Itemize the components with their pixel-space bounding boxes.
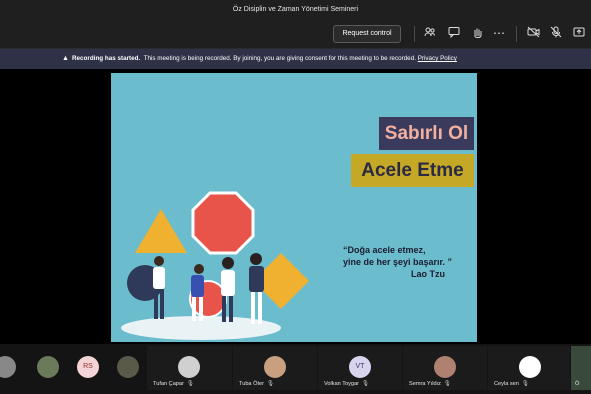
request-control-button[interactable]: Request control bbox=[333, 25, 401, 43]
participant-name: Semra Yıldız bbox=[409, 381, 441, 387]
participant-name: Tuba Öter bbox=[239, 381, 264, 387]
participant-photo[interactable] bbox=[37, 356, 59, 378]
mic-off-icon: 🎙 bbox=[186, 381, 194, 387]
red-octagon bbox=[191, 191, 255, 255]
participant-photo bbox=[264, 356, 286, 378]
participant-name: Tufan Çapar bbox=[153, 381, 184, 387]
window-title-bar: Öz Disiplin ve Zaman Yönetimi Semineri bbox=[0, 0, 591, 20]
mic-off-icon: 🎙 bbox=[443, 381, 452, 387]
person-1 bbox=[153, 256, 165, 319]
banner-title: Recording has started. bbox=[72, 55, 141, 62]
person-3 bbox=[221, 257, 235, 322]
more-icon[interactable]: ⋯ bbox=[492, 26, 506, 40]
participant-strip: RS Tufan Çapar 🎙 Tuba Öter 🎙 VT Volkan Toy… bbox=[0, 344, 591, 394]
mic-off-icon: 🎙 bbox=[362, 381, 370, 387]
participant-photo bbox=[178, 356, 200, 378]
participant-name: Ö bbox=[575, 381, 580, 387]
quote-line-1: “Doğa acele etmez, bbox=[343, 245, 426, 255]
shared-slide: Sabırlı Ol Acele Etme “Doğa acele etmez,… bbox=[111, 73, 477, 342]
toolbar-divider bbox=[516, 26, 517, 42]
person-4 bbox=[249, 253, 264, 324]
participant-avatar-rs[interactable]: RS bbox=[77, 356, 99, 378]
people-icon[interactable] bbox=[423, 26, 437, 40]
participant-photo bbox=[434, 356, 456, 378]
participant-photo bbox=[519, 356, 541, 378]
mic-off-icon: 🎙 bbox=[521, 381, 529, 387]
mic-off-icon: 🎙 bbox=[266, 381, 275, 387]
share-icon[interactable] bbox=[572, 26, 586, 40]
quote-line-2: yine de her şeyi başarır. ” bbox=[343, 257, 453, 267]
warning-icon: ▲ bbox=[62, 55, 69, 62]
slide-title-patient: Sabırlı Ol bbox=[379, 117, 474, 150]
slide-illustration bbox=[121, 191, 309, 340]
participant-name: Volkan Toygar bbox=[324, 381, 360, 387]
quote-author: Lao Tzu bbox=[411, 269, 445, 279]
camera-off-icon[interactable] bbox=[526, 26, 540, 40]
participant-tile[interactable]: Tufan Çapar 🎙 bbox=[147, 346, 232, 390]
participant-tile[interactable]: Ö bbox=[571, 346, 591, 390]
participant-photo[interactable] bbox=[0, 356, 16, 378]
participant-tile[interactable]: VT Volkan Toygar 🎙 bbox=[318, 346, 402, 390]
participant-tile[interactable]: Tuba Öter 🎙 bbox=[233, 346, 317, 390]
mic-off-icon[interactable] bbox=[549, 26, 563, 40]
participant-photo[interactable] bbox=[117, 356, 139, 378]
slide-title-no-hurry: Acele Etme bbox=[351, 154, 474, 187]
banner-message: This meeting is being recorded. By joini… bbox=[143, 55, 416, 62]
raise-hand-icon[interactable] bbox=[470, 26, 484, 40]
chat-icon[interactable] bbox=[447, 26, 461, 40]
slide-quote: “Doğa acele etmez, yine de her şeyi başa… bbox=[343, 244, 473, 280]
window-title: Öz Disiplin ve Zaman Yönetimi Semineri bbox=[232, 6, 359, 13]
participant-avatar-vt: VT bbox=[349, 356, 371, 378]
participant-tile[interactable]: Semra Yıldız 🎙 bbox=[403, 346, 487, 390]
recording-banner: ▲ Recording has started. This meeting is… bbox=[0, 49, 591, 69]
privacy-policy-link[interactable]: Privacy Policy bbox=[418, 55, 457, 62]
meeting-toolbar: Request control ⋯ bbox=[0, 20, 591, 49]
participant-name: Ceyla sen bbox=[494, 381, 519, 387]
toolbar-divider bbox=[414, 26, 415, 42]
participant-tile[interactable]: Ceyla sen 🎙 bbox=[488, 346, 570, 390]
yellow-triangle bbox=[135, 209, 187, 253]
